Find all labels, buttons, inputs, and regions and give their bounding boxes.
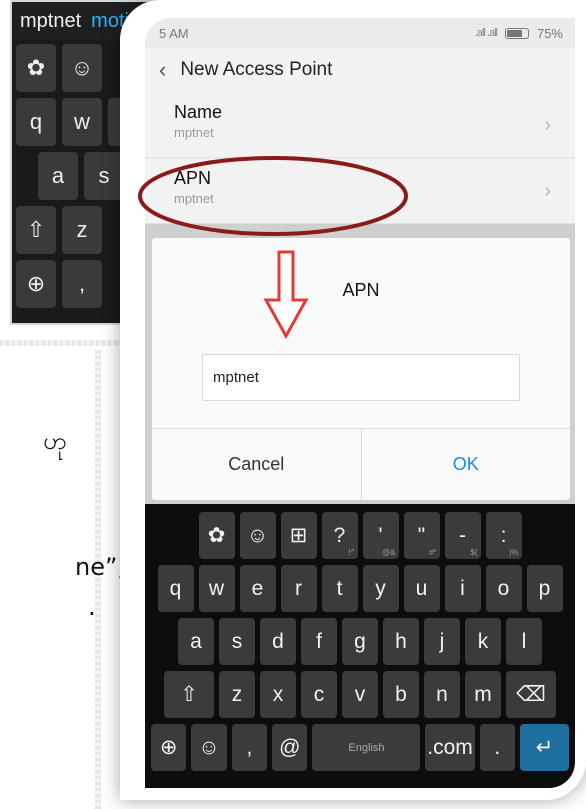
status-right: .all .all 75% — [475, 26, 563, 41]
key-char[interactable]: ☺ — [191, 724, 227, 771]
key-char[interactable]: d — [260, 618, 296, 665]
key-char[interactable]: w — [198, 565, 235, 612]
row-value: mptnet — [174, 191, 214, 206]
setting-row-apn[interactable]: APN mptnet › — [145, 158, 575, 224]
phone-screen: 5 AM .all .all 75% ‹ New Access Point Na… — [145, 18, 575, 788]
cancel-button[interactable]: Cancel — [152, 429, 362, 500]
key-char[interactable]: q — [157, 565, 194, 612]
key-char[interactable]: e — [239, 565, 276, 612]
keyboard-key: w — [62, 98, 102, 146]
key-char[interactable]: - $( — [444, 512, 481, 559]
key-char[interactable]: ⊞ — [280, 512, 317, 559]
key-char[interactable]: . — [479, 724, 515, 771]
keyboard-key: ☺ — [62, 44, 102, 92]
keyboard-row: ⇧ z x c v b n m ⌫ — [151, 671, 569, 718]
app-header: ‹ New Access Point — [145, 48, 575, 92]
key-char[interactable]: a — [178, 618, 214, 665]
key-char[interactable]: @ — [272, 724, 308, 771]
status-time: 5 AM — [159, 25, 189, 41]
key-char[interactable]: , — [231, 724, 268, 771]
key-char[interactable]: z — [219, 671, 255, 718]
keyboard-row: asdfghjkl — [151, 618, 569, 665]
keyboard-key: s — [84, 152, 124, 200]
key-char[interactable]: :)% — [485, 512, 522, 559]
key-char[interactable]: ✿ — [198, 512, 235, 559]
key-char[interactable]: ☺ — [239, 512, 276, 559]
keyboard-row: qwertyuiop — [151, 565, 569, 612]
apn-input[interactable]: mptnet — [202, 354, 520, 401]
key-char[interactable]: o — [485, 565, 522, 612]
key-char[interactable]: s — [219, 618, 255, 665]
key-char[interactable]: t — [321, 565, 358, 612]
keyboard-key: ⇧ — [16, 206, 56, 254]
page-title: New Access Point — [180, 59, 333, 80]
dialog-title: APN — [342, 280, 380, 300]
key-char[interactable]: r — [280, 565, 317, 612]
row-label: APN — [174, 168, 212, 188]
setting-row-name[interactable]: Name mptnet › — [145, 92, 575, 158]
key-char[interactable]: v — [342, 671, 378, 718]
row-label: Name — [174, 102, 223, 122]
key-char[interactable]: ' @& — [362, 512, 399, 559]
keyboard-row: ⊕ ☺, @ English .com. ↵ — [150, 724, 570, 771]
key-char[interactable]: k — [465, 618, 501, 665]
key-char[interactable]: h — [383, 618, 419, 665]
keyboard-key: q — [16, 98, 56, 146]
doc-text-3: . — [88, 593, 96, 621]
key-char[interactable]: " #* — [403, 512, 440, 559]
chevron-right-icon: › — [544, 180, 551, 202]
doc-text-2: ne”, — [75, 553, 126, 581]
key-char[interactable]: f — [301, 618, 337, 665]
key-char[interactable]: ↵ — [519, 724, 570, 771]
battery-icon — [504, 27, 529, 39]
signal-icon: .all .all — [474, 27, 498, 39]
key-char[interactable]: m — [465, 671, 501, 718]
key-char[interactable]: n — [424, 671, 460, 718]
key-char[interactable]: j — [424, 618, 460, 665]
battery-percent: 75% — [536, 25, 563, 41]
carrier-name: mptnet — [20, 9, 82, 32]
divider — [0, 340, 135, 346]
back-arrow-icon[interactable]: ‹ — [159, 57, 166, 83]
status-bar: 5 AM .all .all 75% — [145, 18, 575, 48]
key-char[interactable]: ⊕ — [150, 724, 187, 771]
keyboard-key: ✿ — [16, 44, 56, 92]
key-char[interactable]: ? !^ — [321, 512, 358, 559]
soft-keyboard: ✿ ☺ ⊞? !^ ' @& " #* - $(:)% q w e r t y u i o p a s d f g h j k l ⇧ z x… — [145, 504, 575, 788]
keyboard-key: z — [62, 206, 102, 254]
keyboard-key: a — [38, 152, 78, 200]
key-char[interactable]: p — [526, 565, 563, 612]
key-char[interactable]: c — [301, 671, 337, 718]
key-char[interactable]: .com — [425, 724, 475, 771]
dialog-buttons: Cancel OK — [152, 428, 570, 500]
key-char[interactable]: x — [260, 671, 296, 718]
key-char[interactable]: b — [383, 671, 419, 718]
key-char[interactable]: ⌫ — [506, 671, 556, 718]
keyboard-row: ✿ ☺ ⊞? !^ ' @& " #* - $(:)% — [151, 512, 569, 559]
chevron-right-icon: › — [544, 114, 551, 136]
row-value: mptnet — [174, 125, 214, 140]
key-char[interactable]: i — [444, 565, 481, 612]
key-space[interactable]: English — [312, 724, 421, 771]
key-char[interactable]: ⇧ — [164, 671, 214, 718]
key-char[interactable]: y — [362, 565, 399, 612]
doc-text-1: ဟု — [43, 427, 67, 455]
phone-card: 5 AM .all .all 75% ‹ New Access Point Na… — [120, 0, 586, 809]
key-char[interactable]: l — [506, 618, 542, 665]
key-char[interactable]: g — [342, 618, 378, 665]
apn-dialog: APN mptnet Cancel OK — [152, 238, 570, 500]
key-char[interactable]: u — [403, 565, 440, 612]
ok-button[interactable]: OK — [362, 429, 571, 500]
keyboard-key: , — [62, 260, 102, 308]
keyboard-key: ⊕ — [16, 260, 56, 308]
